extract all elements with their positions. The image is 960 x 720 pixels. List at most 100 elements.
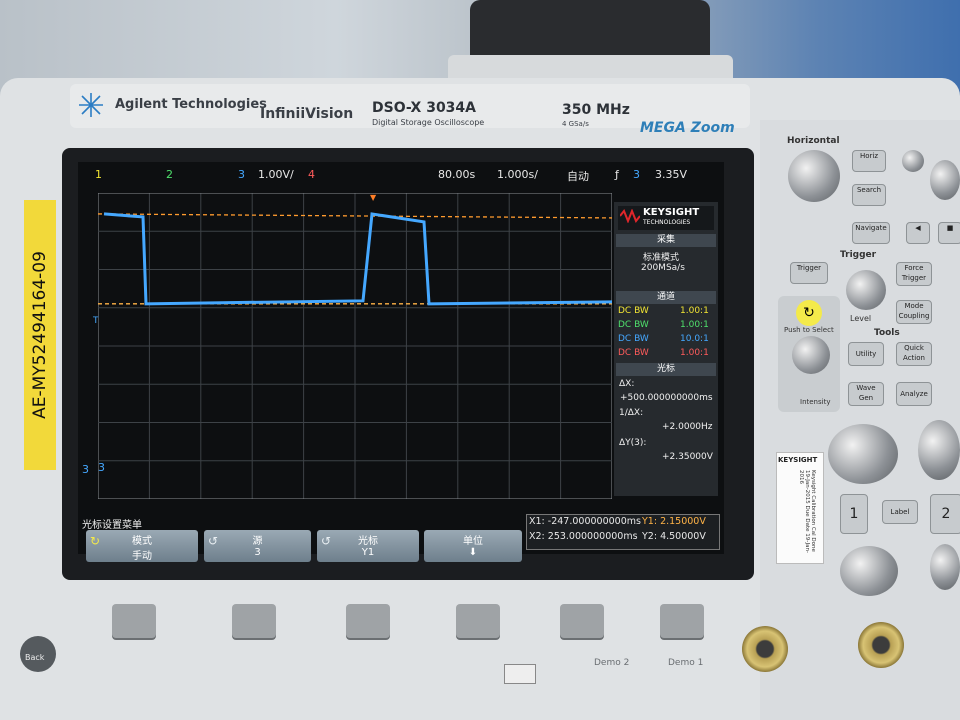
navigate-back-button[interactable]: ◀ [906,222,930,244]
trigger-mode: 自动 [567,170,589,183]
usb-port [504,664,536,684]
trigger-edge-icon: ƒ [615,168,619,181]
softkey-units-label: 单位 [463,536,483,547]
channel-3-indicator: 3 [238,168,245,181]
keysight-name: KEYSIGHT [643,207,700,218]
ch1-bnc-connector [742,626,788,672]
quick-action-button[interactable]: Quick Action [896,342,932,366]
entry-select-icon: ↻ [796,300,822,326]
hw-softkey-1[interactable] [112,604,156,638]
menu-title: 光标设置菜单 [82,520,142,531]
channel-1-indicator: 1 [95,168,102,181]
time-per-div: 1.000s/ [497,168,538,181]
channel-header: 通道 [616,291,716,304]
hw-softkey-5[interactable] [560,604,604,638]
cursor-y1-readout: Y1: 2.15000V [642,516,706,527]
utility-button[interactable]: Utility [848,342,884,366]
intensity-label: Intensity [800,398,831,406]
trigger-level: 3.35V [655,168,688,181]
ch2-scale-knob[interactable] [918,420,960,480]
rotate-knob-icon: ↺ [321,534,332,548]
softkey-cursors-label: 光标 [358,536,378,547]
control-panel [760,120,960,720]
trigger-source: 3 [633,168,640,181]
keysight-wave-icon [620,209,640,223]
ch2-position-knob[interactable] [930,544,960,590]
wave-gen-button[interactable]: Wave Gen [848,382,884,406]
hw-softkey-3[interactable] [346,604,390,638]
tools-section-label: Tools [874,328,900,338]
trigger-button[interactable]: Trigger [790,262,828,284]
softkey-cursors[interactable]: ↺ 光标 Y1 [317,530,419,562]
channel-2-indicator: 2 [166,168,173,181]
sample-rate-label: 4 GSa/s [562,120,589,128]
softkey-source[interactable]: ↺ 源 3 [204,530,311,562]
label-button[interactable]: Label [882,500,918,524]
brand-name: Agilent Technologies [115,97,267,112]
horizontal-position: 80.00s [438,168,476,181]
level-label: Level [850,314,872,323]
channel-3-ground-tag: 3 [98,461,105,474]
force-trigger-button[interactable]: Force Trigger [896,262,932,286]
ch1-position-knob[interactable] [840,546,898,596]
rotate-knob-icon: ↺ [208,534,219,548]
cycle-icon: ↻ [90,534,101,548]
softkey-mode[interactable]: ↻ 模式 手动 [86,530,198,562]
channel-3-waveform [103,212,612,306]
ch1-button[interactable]: 1 [840,494,868,534]
delay-knob[interactable] [930,160,960,200]
search-button[interactable]: Search [852,184,886,206]
entry-knob[interactable] [792,336,830,374]
grid-lines [98,193,612,499]
model-subtitle: Digital Storage Oscilloscope [372,118,485,127]
softkey-mode-label: 模式 [132,536,152,547]
softkey-source-value: 3 [254,547,261,558]
trigger-time-marker: ▼ [370,193,377,202]
asset-tag-text: AE-MY52494164-09 [30,251,50,419]
ch2-bnc-connector [858,622,904,668]
softkey-units[interactable]: 单位 ⬇ [424,530,522,562]
navigate-button[interactable]: Navigate [852,222,890,244]
bandwidth-label: 350 MHz [562,102,630,118]
model-name: DSO-X 3034A [372,100,477,116]
demo-2-label: Demo 2 [594,658,630,668]
delta-y-value: +2.35000V [662,452,713,462]
ch4-probe: 1.00:1 [680,348,709,358]
cursor-x2-readout: X2: 253.000000000ms [529,531,638,542]
mode-coupling-button[interactable]: Mode Coupling [896,300,932,324]
delta-x-label: ΔX: [619,379,635,389]
hw-softkey-2[interactable] [232,604,276,638]
series-name: InfiniiVision [260,106,354,122]
horiz-button[interactable]: Horiz [852,150,886,172]
calibration-sticker-brand: KEYSIGHT [778,456,818,464]
analyze-button[interactable]: Analyze [896,382,932,406]
ch1-coupling: DC BW [618,306,649,316]
agilent-spark-icon [79,93,103,117]
inverse-delta-x-value: +2.0000Hz [662,422,713,432]
ch2-button[interactable]: 2 [930,494,960,534]
channel-3-ground-marker: 3 [82,463,89,476]
back-label: Back [25,653,45,662]
horizontal-scale-knob[interactable] [788,150,840,202]
push-to-select-label: Push to Select [784,326,834,334]
ch2-probe: 1.00:1 [680,320,709,330]
calibration-sticker-text: Keysight Calibration Cal Done 19-Jan-201… [798,470,816,553]
ch2-coupling: DC BW [618,320,649,330]
ch1-scale-knob[interactable] [828,424,898,484]
ch4-coupling: DC BW [618,348,649,358]
acquisition-mode: 标准模式 [643,253,680,263]
navigate-stop-button[interactable]: ■ [938,222,960,244]
horizontal-section-label: Horizontal [787,136,840,146]
hw-softkey-4[interactable] [456,604,500,638]
horizontal-position-knob[interactable] [902,150,924,172]
delta-y-label: ΔY(3): [619,438,647,448]
acquisition-rate: 200MSa/s [641,263,685,273]
softkey-mode-value: 手动 [132,551,152,562]
hw-softkey-6[interactable] [660,604,704,638]
trigger-level-knob[interactable] [846,270,886,310]
delta-x-value: +500.000000000ms [620,393,713,403]
ch1-probe: 1.00:1 [680,306,709,316]
ch3-coupling: DC BW [618,334,649,344]
acquisition-header: 采集 [616,234,716,247]
submenu-arrow-icon: ⬇ [468,547,478,558]
